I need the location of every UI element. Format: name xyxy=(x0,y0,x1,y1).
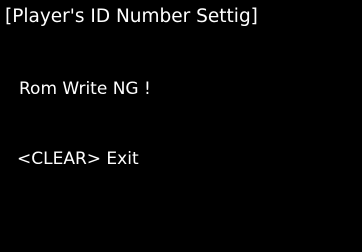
exit-hint: <CLEAR> Exit xyxy=(17,149,139,169)
device-screen: [Player's ID Number Settig] Rom Write NG… xyxy=(0,0,362,252)
error-message: Rom Write NG ! xyxy=(19,79,151,99)
screen-title: [Player's ID Number Settig] xyxy=(5,6,258,27)
